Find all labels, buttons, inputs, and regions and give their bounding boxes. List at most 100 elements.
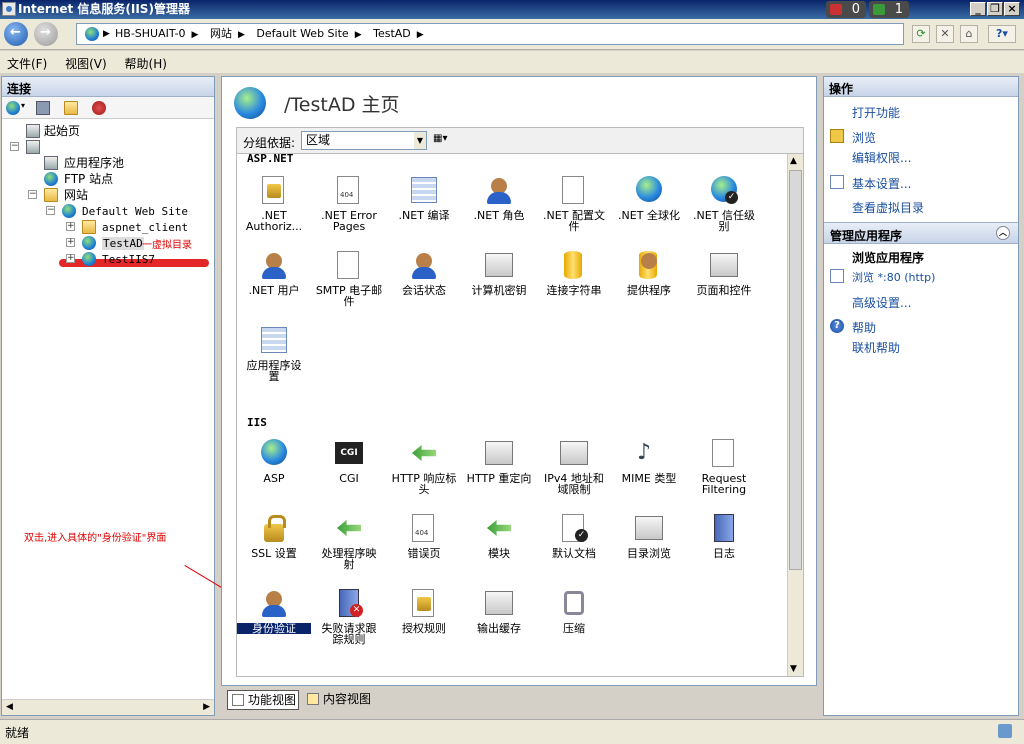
expand-aspnet-client-icon[interactable]: + <box>66 222 75 231</box>
feature-iis_features-9[interactable]: 404 错误页 <box>387 512 461 559</box>
feature-iis_features-3[interactable]: HTTP 重定向 <box>462 437 536 484</box>
address-box[interactable]: ▶ HB-SHUAIT-0 ▶ 网站 ▶ Default Web Site ▶ Tes… <box>76 23 904 45</box>
tree-default-site[interactable]: − Default Web Site <box>46 203 188 219</box>
action-help[interactable]: 帮助 <box>852 319 876 336</box>
save-icon[interactable] <box>36 101 50 115</box>
up-folder-icon[interactable] <box>64 101 78 115</box>
tree-testad[interactable]: + TestAD <box>66 235 144 251</box>
feature-aspnet_features-5[interactable]: .NET 全球化 <box>612 174 686 221</box>
action-open-feature[interactable]: 打开功能 <box>852 104 900 121</box>
default-site-globe-icon <box>62 204 76 218</box>
feature-iis_features-13[interactable]: 日志 <box>687 512 761 559</box>
feature-iis_features-15[interactable]: ✕ 失败请求跟 踪规则 <box>312 587 386 645</box>
feature-aspnet_features-12[interactable]: 提供程序 <box>612 249 686 296</box>
feature-iis_features-4[interactable]: IPv4 地址和 域限制 <box>537 437 611 495</box>
back-button[interactable]: ← <box>4 22 28 46</box>
action-view-virtual-dirs[interactable]: 查看虚拟目录 <box>852 199 924 216</box>
minimize-button[interactable]: _ <box>970 2 986 16</box>
action-browse-80[interactable]: 浏览 *:80 (http) <box>852 269 935 285</box>
feature-aspnet_features-0[interactable]: .NET Authoriz... <box>237 174 311 232</box>
feature-iis_features-14[interactable]: 身份验证 <box>237 587 311 634</box>
tree-aspnet-client[interactable]: + aspnet_client <box>66 219 188 235</box>
refresh-button[interactable]: ⟳ <box>912 25 930 43</box>
tree-testiis7[interactable]: + TestIIS7 <box>66 251 155 267</box>
menu-help[interactable]: 帮助(H) <box>118 51 174 76</box>
connect-icon[interactable] <box>6 101 20 115</box>
action-online-help[interactable]: 联机帮助 <box>852 339 900 356</box>
feature-aspnet_features-2[interactable]: .NET 编译 <box>387 174 461 221</box>
scroll-down-icon[interactable]: ▼ <box>790 664 797 674</box>
expand-testad-icon[interactable]: + <box>66 238 75 247</box>
feature-aspnet_features-10[interactable]: 计算机密钥 <box>462 249 536 296</box>
feature-iis_features-17[interactable]: 输出缓存 <box>462 587 536 634</box>
scroll-left-icon[interactable]: ◀ <box>6 702 13 712</box>
feature-aspnet_features-13[interactable]: 页面和控件 <box>687 249 761 296</box>
forward-button[interactable]: → <box>34 22 58 46</box>
feature-iis_features-7[interactable]: SSL 设置 <box>237 512 311 559</box>
feature-aspnet_features-4[interactable]: .NET 配置文件 <box>537 174 611 232</box>
tab-content-view[interactable]: 内容视图 <box>303 690 379 710</box>
features-vscrollbar[interactable]: ▲ ▼ <box>787 154 803 676</box>
scroll-thumb[interactable] <box>789 170 802 570</box>
breadcrumb-default-site[interactable]: Default Web Site <box>256 24 348 44</box>
breadcrumb-server[interactable]: HB-SHUAIT-0 <box>115 24 186 44</box>
group-by-select[interactable]: 区域 ▼ <box>301 131 427 150</box>
scroll-right-icon[interactable]: ▶ <box>203 702 210 712</box>
feature-iis_features-18[interactable]: 压缩 <box>537 587 611 634</box>
app-pool-icon <box>44 156 58 170</box>
feature-aspnet_features-3[interactable]: .NET 角色 <box>462 174 536 221</box>
connect-dropdown-icon[interactable]: ▾ <box>21 101 25 110</box>
feature-iis_features-10[interactable]: 模块 <box>462 512 536 559</box>
feature-iis_features-2[interactable]: HTTP 响应标头 <box>387 437 461 495</box>
feature-iis_features-1[interactable]: CGI CGI <box>312 437 386 484</box>
home-button[interactable]: ⌂ <box>960 25 978 43</box>
feature-iis_features-6[interactable]: Request Filtering <box>687 437 761 495</box>
feature-aspnet_features-6[interactable]: ✓ .NET 信任级别 <box>687 174 761 232</box>
stop-button[interactable]: ✕ <box>936 25 954 43</box>
feature-aspnet_features-1[interactable]: 404 .NET Error Pages <box>312 174 386 232</box>
close-button[interactable]: × <box>1004 2 1020 16</box>
menu-bar: 文件(F) 视图(V) 帮助(H) <box>0 51 1024 73</box>
feature-label: 别 <box>718 220 730 233</box>
expand-server-icon[interactable]: − <box>10 142 19 151</box>
tree-ftp-sites[interactable]: FTP 站点 <box>44 171 113 187</box>
manage-app-section-header[interactable]: 管理应用程序 ︿ <box>824 222 1018 244</box>
help-dropdown-button[interactable]: ?▾ <box>988 25 1016 43</box>
action-browse[interactable]: 浏览 <box>852 129 876 146</box>
action-basic-settings[interactable]: 基本设置... <box>852 175 911 192</box>
glb-icon <box>258 437 290 469</box>
feature-iis_features-12[interactable]: 目录浏览 <box>612 512 686 559</box>
feature-iis_features-16[interactable]: 授权规则 <box>387 587 461 634</box>
feature-iis_features-8[interactable]: 处理程序映射 <box>312 512 386 570</box>
feature-aspnet_features-7[interactable]: .NET 用户 <box>237 249 311 296</box>
collapse-icon[interactable]: ︿ <box>996 226 1010 240</box>
feature-iis_features-0[interactable]: ASP <box>237 437 311 484</box>
feature-aspnet_features-11[interactable]: 连接字符串 <box>537 249 611 296</box>
scroll-up-icon[interactable]: ▲ <box>790 156 797 166</box>
feature-iis_features-5[interactable]: ♪ MIME 类型 <box>612 437 686 485</box>
action-advanced-settings[interactable]: 高级设置... <box>852 294 911 311</box>
tab-feature-view[interactable]: 功能视图 <box>227 690 299 710</box>
tree-start-page[interactable]: 起始页 <box>26 123 80 139</box>
action-edit-permissions[interactable]: 编辑权限... <box>852 149 911 166</box>
feature-aspnet_features-14[interactable]: 应用程序设置 <box>237 324 311 382</box>
feature-aspnet_features-8[interactable]: SMTP 电子邮件 <box>312 249 386 307</box>
breadcrumb-testad[interactable]: TestAD <box>373 24 411 44</box>
menu-view[interactable]: 视图(V) <box>58 51 114 76</box>
breadcrumb-sites[interactable]: 网站 <box>210 24 232 44</box>
feature-aspnet_features-9[interactable]: 会话状态 <box>387 249 461 296</box>
error-counter[interactable]: 0 <box>826 1 866 18</box>
feature-iis_features-11[interactable]: ✓ 默认文档 <box>537 512 611 559</box>
menu-file[interactable]: 文件(F) <box>0 51 54 76</box>
feature-label: 默认文档 <box>552 547 596 560</box>
tree-sites[interactable]: − 网站 <box>28 187 88 203</box>
expand-sites-icon[interactable]: − <box>28 190 37 199</box>
expand-default-site-icon[interactable]: − <box>46 206 55 215</box>
disconnect-icon[interactable] <box>92 101 106 115</box>
connections-hscrollbar[interactable]: ◀ ▶ <box>2 699 214 715</box>
tree-app-pools[interactable]: 应用程序池 <box>44 155 124 171</box>
expand-testiis7-icon[interactable]: + <box>66 254 75 263</box>
view-mode-button[interactable]: ▦▾ <box>433 133 455 148</box>
restore-button[interactable]: ❐ <box>987 2 1003 16</box>
info-counter[interactable]: 1 <box>869 1 909 18</box>
